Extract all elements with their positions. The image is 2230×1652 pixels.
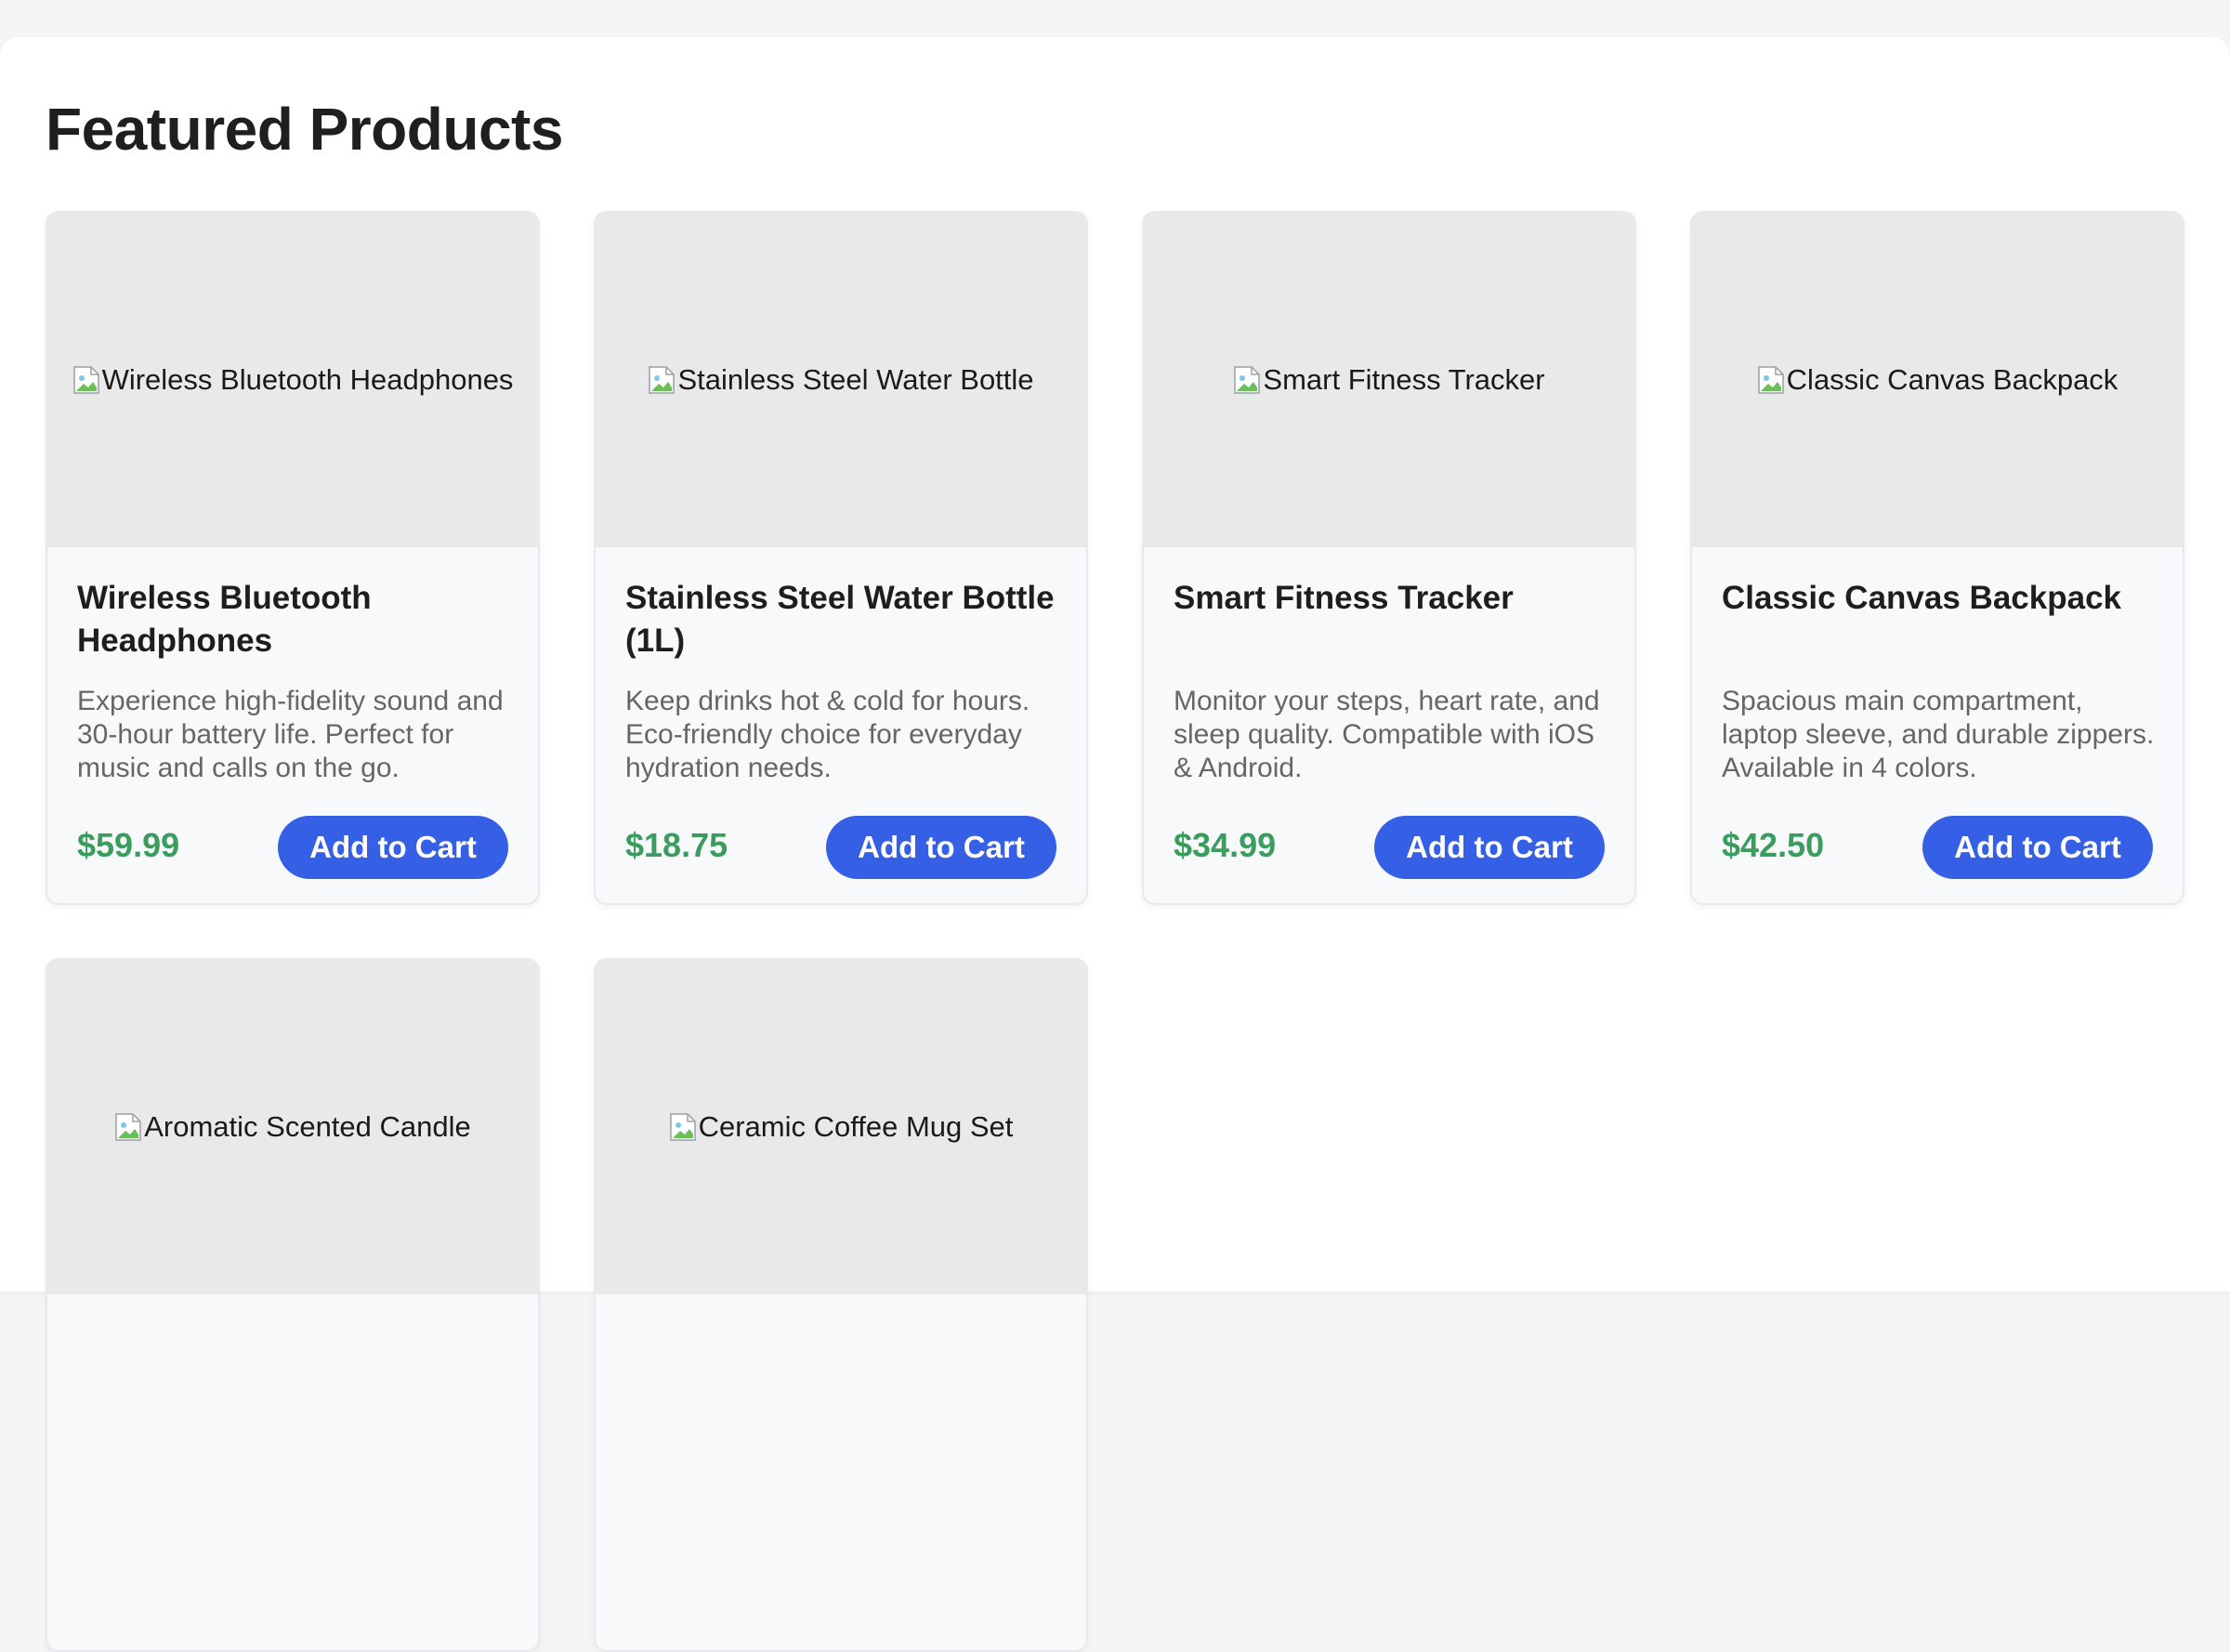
add-to-cart-button[interactable]: Add to Cart <box>1922 816 2153 879</box>
broken-image-icon <box>1234 366 1261 394</box>
product-image: Ceramic Coffee Mug Set <box>596 960 1086 1294</box>
product-image-alt: Wireless Bluetooth Headphones <box>101 363 514 396</box>
broken-image-icon <box>1757 366 1784 394</box>
broken-image-icon <box>72 366 99 394</box>
product-image-alt: Classic Canvas Backpack <box>1786 363 2118 396</box>
product-name: Wireless Bluetooth Headphones <box>77 580 372 659</box>
main-panel: Featured Products Wireless Bluetooth Hea… <box>0 37 2230 1652</box>
product-price: $59.99 <box>77 826 180 864</box>
add-to-cart-button[interactable]: Add to Cart <box>278 816 508 879</box>
product-grid: Wireless Bluetooth Headphones Wireless B… <box>46 211 2184 1652</box>
broken-image-icon <box>649 366 676 394</box>
broken-image-icon <box>669 1113 696 1141</box>
product-image: Classic Canvas Backpack <box>1692 213 2183 547</box>
product-image-alt: Smart Fitness Tracker <box>1263 363 1545 396</box>
product-image: Smart Fitness Tracker <box>1144 213 1634 547</box>
product-card[interactable]: Stainless Steel Water Bottle Stainless S… <box>594 211 1088 905</box>
product-price: $42.50 <box>1722 826 1825 864</box>
product-card[interactable]: Smart Fitness Tracker Smart Fitness Trac… <box>1142 211 1636 905</box>
add-to-cart-button[interactable]: Add to Cart <box>1374 816 1605 879</box>
product-image-alt: Aromatic Scented Candle <box>144 1110 471 1143</box>
product-description: Spacious main compartment, laptop sleeve… <box>1722 686 2155 783</box>
product-description: Experience high-fidelity sound and 30-ho… <box>77 686 504 783</box>
product-price: $18.75 <box>625 826 728 864</box>
product-image: Aromatic Scented Candle <box>47 960 538 1294</box>
product-image: Wireless Bluetooth Headphones <box>47 213 538 547</box>
add-to-cart-button[interactable]: Add to Cart <box>826 816 1056 879</box>
product-image: Stainless Steel Water Bottle <box>596 213 1086 547</box>
product-description: Keep drinks hot & cold for hours. Eco-fr… <box>625 686 1030 783</box>
product-card[interactable]: Aromatic Scented Candle <box>46 958 540 1652</box>
product-image-alt: Stainless Steel Water Bottle <box>677 363 1034 396</box>
page-title: Featured Products <box>46 96 563 163</box>
broken-image-icon <box>115 1113 141 1141</box>
product-description: Monitor your steps, heart rate, and slee… <box>1174 686 1600 783</box>
product-card[interactable]: Classic Canvas Backpack Classic Canvas B… <box>1690 211 2184 905</box>
product-price: $34.99 <box>1174 826 1277 864</box>
product-image-alt: Ceramic Coffee Mug Set <box>698 1110 1014 1143</box>
product-name: Smart Fitness Tracker <box>1174 580 1514 616</box>
product-name: Classic Canvas Backpack <box>1722 580 2121 616</box>
product-card[interactable]: Ceramic Coffee Mug Set <box>594 958 1088 1652</box>
product-name: Stainless Steel Water Bottle (1L) <box>625 580 1055 659</box>
product-card[interactable]: Wireless Bluetooth Headphones Wireless B… <box>46 211 540 905</box>
